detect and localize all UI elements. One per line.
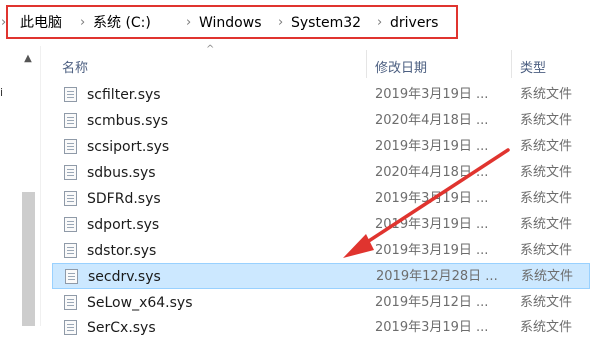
annotation-arrow-icon (343, 148, 510, 258)
